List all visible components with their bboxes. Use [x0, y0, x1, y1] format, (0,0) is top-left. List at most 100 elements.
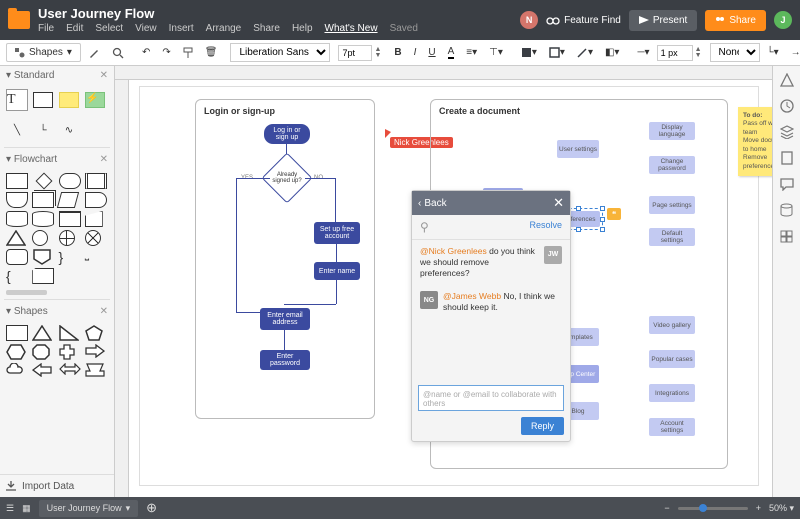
clock-icon[interactable] [779, 98, 795, 114]
node-default-settings[interactable]: Default settings [649, 228, 695, 246]
shape-offpage[interactable] [32, 249, 55, 265]
location-pin-icon[interactable]: ⚲ [420, 220, 429, 234]
node-setup[interactable]: Set up free account [314, 222, 360, 244]
panel-scrollbar[interactable] [6, 290, 47, 295]
nav-icon[interactable] [779, 72, 795, 88]
elbow-line-tool[interactable]: └ [32, 119, 54, 141]
folder-icon[interactable] [8, 11, 30, 29]
pencil-tool[interactable] [83, 45, 105, 61]
page-tab[interactable]: User Journey Flow ▾ [39, 500, 139, 517]
shape-internal[interactable] [59, 211, 81, 227]
menu-whats-new[interactable]: What's New [325, 23, 378, 34]
comment-input[interactable]: @name or @email to collaborate with othe… [418, 385, 564, 411]
node-enteremail[interactable]: Enter email address [260, 308, 310, 330]
page-icon[interactable] [779, 150, 795, 166]
node-enterpass[interactable]: Enter password [260, 350, 310, 370]
italic-button[interactable]: I [409, 45, 422, 60]
reply-button[interactable]: Reply [521, 417, 564, 435]
collaborator-avatar-n[interactable]: N [520, 11, 538, 29]
shape-rounded[interactable] [6, 249, 28, 265]
shape-card[interactable] [32, 268, 54, 284]
shape-delay[interactable] [85, 192, 107, 208]
mention-1[interactable]: @Nick Greenlees [420, 246, 487, 256]
layers-icon[interactable] [779, 124, 795, 140]
document-title[interactable]: User Journey Flow [38, 6, 512, 22]
shape-terminator[interactable] [59, 173, 81, 189]
node-page-settings[interactable]: Page settings [649, 196, 695, 214]
node-integrations[interactable]: Integrations [649, 384, 695, 402]
shape-oct[interactable] [32, 344, 55, 360]
shape-summing[interactable] [59, 230, 75, 246]
shape-or[interactable] [85, 230, 101, 246]
line-width-stepper[interactable]: ▲▼ [695, 47, 702, 58]
menu-insert[interactable]: Insert [169, 23, 194, 34]
shape-note2[interactable]: ⎵ [85, 249, 108, 265]
curve-line-tool[interactable]: ∿ [58, 119, 80, 141]
bolt-tool[interactable]: ⚡ [84, 89, 106, 111]
shape-righttri[interactable] [59, 325, 82, 341]
shape-poly[interactable] [85, 325, 108, 341]
text-color-button[interactable]: A [443, 44, 460, 61]
delete-button[interactable]: 🗑 [200, 45, 223, 60]
shape-rarrow[interactable] [85, 344, 108, 360]
shape-uarrow[interactable] [85, 363, 108, 377]
shape-connector[interactable] [32, 230, 48, 246]
add-page-button[interactable]: ⊕ [146, 500, 157, 516]
line-tool[interactable]: ╲ [6, 119, 28, 141]
grid-view-icon[interactable]: ▦ [22, 503, 31, 514]
menu-file[interactable]: File [38, 23, 54, 34]
close-shapes-icon[interactable]: ✕ [100, 306, 108, 317]
list-view-icon[interactable]: ☰ [6, 503, 14, 514]
arrow-start-select[interactable]: None [710, 43, 760, 62]
redo-button[interactable]: ↷ [157, 45, 175, 60]
canvas[interactable]: Login or sign-up Log in or sign up Alrea… [129, 80, 772, 497]
comment-back-button[interactable]: ‹Back [418, 198, 447, 209]
shape-larrow[interactable] [32, 363, 55, 377]
shape-hex[interactable] [6, 344, 29, 360]
zoom-slider[interactable] [678, 507, 748, 510]
align-button[interactable]: ≡▾ [461, 45, 482, 60]
shape-brace-right[interactable]: } [59, 249, 82, 265]
comment-indicator-icon[interactable]: ❝ [607, 208, 621, 220]
line-width-input[interactable] [657, 45, 693, 61]
menu-edit[interactable]: Edit [66, 23, 83, 34]
line-type-button[interactable]: └▾ [762, 45, 784, 60]
vertical-ruler[interactable] [115, 80, 129, 497]
paint-format[interactable] [178, 45, 198, 61]
node-login[interactable]: Log in or sign up [264, 124, 310, 144]
import-data-button[interactable]: Import Data [0, 474, 114, 497]
zoom-thumb[interactable] [699, 504, 707, 512]
comment-close-button[interactable]: ✕ [553, 195, 564, 211]
shape-tri2[interactable] [32, 325, 55, 341]
shape-triangle[interactable] [6, 230, 29, 246]
border-color-button[interactable]: ▾ [544, 45, 570, 60]
underline-button[interactable]: U [423, 45, 440, 60]
resolve-button[interactable]: Resolve [529, 220, 562, 234]
shape-process[interactable] [6, 173, 28, 189]
zoom-in-button[interactable]: + [756, 503, 761, 513]
shape-multidoc[interactable] [32, 192, 54, 208]
close-standard-icon[interactable]: ✕ [100, 70, 108, 81]
close-flowchart-icon[interactable]: ✕ [100, 154, 108, 165]
shape-rect2[interactable] [6, 325, 28, 341]
feature-find[interactable]: Feature Find [546, 15, 621, 26]
shadow-button[interactable]: ◧▾ [600, 45, 624, 60]
present-button[interactable]: Present [629, 10, 697, 31]
node-account-settings[interactable]: Account settings [649, 418, 695, 436]
shape-database[interactable] [6, 211, 28, 227]
shape-directdata[interactable] [32, 211, 54, 227]
menu-help[interactable]: Help [292, 23, 313, 34]
grid-icon[interactable] [779, 228, 795, 244]
fill-color-button[interactable]: ▾ [516, 45, 542, 60]
node-video-gallery[interactable]: Video gallery [649, 316, 695, 334]
shape-predefined[interactable] [85, 173, 107, 189]
shape-document[interactable] [6, 192, 28, 208]
arrow-end-button[interactable]: →▾ [786, 45, 800, 60]
undo-button[interactable]: ↶ [137, 45, 155, 60]
font-select[interactable]: Liberation Sans [230, 43, 330, 62]
group-login[interactable]: Login or sign-up Log in or sign up Alrea… [195, 99, 375, 419]
sticky-note[interactable]: To do: Pass off with team Move document … [738, 107, 772, 176]
font-size-stepper[interactable]: ▲▼ [374, 47, 381, 58]
shape-cross[interactable] [59, 344, 82, 360]
shapes2-panel-head[interactable]: ▾ Shapes✕ [0, 302, 114, 321]
